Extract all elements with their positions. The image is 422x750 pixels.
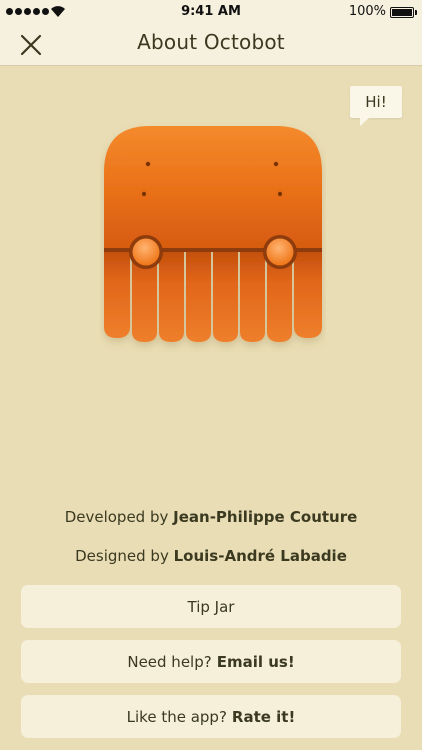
- rate-app-button[interactable]: Like the app? Rate it!: [21, 695, 401, 738]
- designer-prefix: Designed by: [75, 547, 169, 565]
- developer-prefix: Developed by: [64, 508, 169, 526]
- tip-jar-button[interactable]: Tip Jar: [21, 585, 401, 628]
- tip-jar-label: Tip Jar: [187, 597, 235, 616]
- designer-credit: Designed by Louis-André Labadie: [0, 547, 422, 565]
- email-us-label: Email us!: [216, 652, 295, 671]
- nav-bar: About Octobot: [0, 24, 422, 66]
- speech-bubble-tail: [360, 117, 370, 126]
- speech-bubble: Hi!: [350, 86, 402, 118]
- page-title: About Octobot: [137, 30, 285, 54]
- email-us-button[interactable]: Need help? Email us!: [21, 640, 401, 683]
- rate-it-label: Rate it!: [231, 707, 296, 726]
- battery-icon: [390, 7, 414, 18]
- help-prefix: Need help?: [127, 652, 212, 671]
- octobot-mascot-icon[interactable]: [100, 122, 326, 352]
- battery-percent: 100%: [348, 4, 386, 19]
- battery-tip: [415, 10, 417, 15]
- status-bar: 9:41 AM 100%: [0, 0, 422, 24]
- developer-name[interactable]: Jean-Philippe Couture: [173, 508, 357, 526]
- developer-credit: Developed by Jean-Philippe Couture: [0, 508, 422, 526]
- designer-name[interactable]: Louis-André Labadie: [174, 547, 347, 565]
- rate-prefix: Like the app?: [126, 707, 227, 726]
